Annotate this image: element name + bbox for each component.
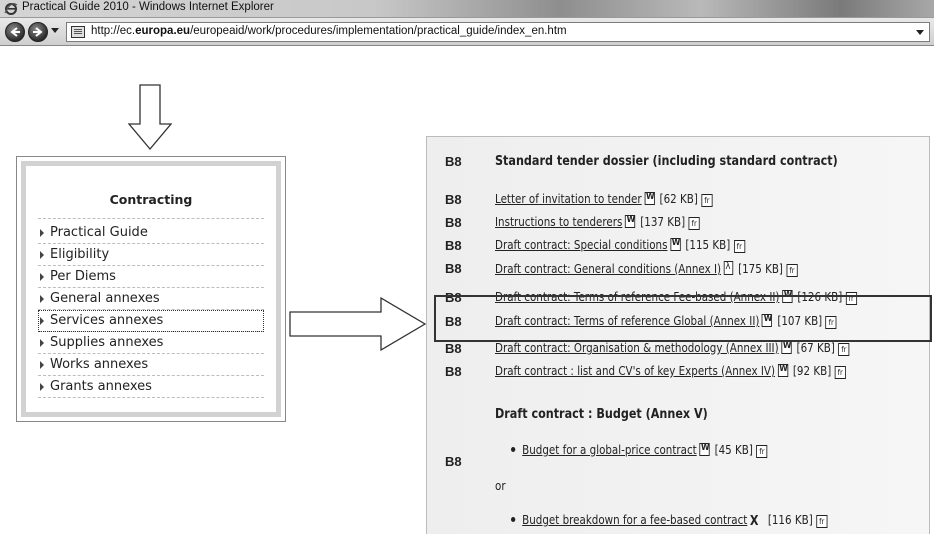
french-version-icon[interactable]: fr <box>838 343 850 356</box>
highlight-box <box>434 295 932 342</box>
menu-item-works-annexes[interactable]: Works annexes <box>38 354 264 376</box>
triangle-right-icon <box>40 361 44 369</box>
doc-code: B8 <box>445 454 462 469</box>
address-bar[interactable]: http://ec.europa.eu/europeaid/work/proce… <box>66 22 930 42</box>
triangle-right-icon <box>40 339 44 347</box>
back-button[interactable] <box>5 22 25 42</box>
forward-button[interactable] <box>28 22 48 42</box>
doc-row-special-conditions: B8 Draft contract: Special conditions [1… <box>427 238 929 260</box>
internet-explorer-icon <box>4 3 18 15</box>
menu-list: Practical Guide Eligibility Per Diems Ge… <box>38 222 264 398</box>
doc-row-instructions: B8 Instructions to tenderers [137 KB]fr <box>427 215 929 237</box>
french-version-icon[interactable]: fr <box>786 264 798 277</box>
url-text[interactable]: http://ec.europa.eu/europeaid/work/proce… <box>91 25 567 37</box>
french-version-icon[interactable]: fr <box>733 240 745 253</box>
file-size: [67 KB] <box>796 341 835 355</box>
doc-code: B8 <box>445 364 462 379</box>
french-version-icon[interactable]: fr <box>688 217 700 230</box>
file-size: [92 KB] <box>792 364 832 378</box>
doc-link[interactable]: Draft contract : list and CV's of key Ex… <box>495 364 775 378</box>
bullet-icon <box>511 517 516 522</box>
navigation-bar: http://ec.europa.eu/europeaid/work/proce… <box>0 18 934 46</box>
word-icon[interactable] <box>781 341 792 354</box>
menu-item-supplies-annexes[interactable]: Supplies annexes <box>38 332 264 354</box>
triangle-right-icon <box>40 317 44 325</box>
word-icon[interactable] <box>644 192 655 205</box>
pdf-icon[interactable] <box>723 261 734 275</box>
doc-header-row: B8 Standard tender dossier (including st… <box>427 154 929 176</box>
doc-link[interactable]: Draft contract: Organisation & methodolo… <box>495 341 779 355</box>
triangle-right-icon <box>40 383 44 391</box>
right-arrow-icon <box>289 296 427 352</box>
doc-row-invitation: B8 Letter of invitation to tender [62 KB… <box>427 192 929 214</box>
file-size: [115 KB] <box>685 238 731 252</box>
window-titlebar: Practical Guide 2010 - Windows Internet … <box>0 0 934 18</box>
menu-item-per-diems[interactable]: Per Diems <box>38 266 264 288</box>
doc-budget-item-fee-based: Budget breakdown for a fee-based contrac… <box>427 513 929 534</box>
menu-item-general-annexes[interactable]: General annexes <box>38 288 264 310</box>
doc-link[interactable]: Instructions to tenderers <box>495 215 622 229</box>
doc-code: B8 <box>445 261 462 276</box>
bullet-icon <box>511 447 516 452</box>
contracting-menu: Contracting Practical Guide Eligibility … <box>16 156 286 422</box>
menu-divider <box>38 218 264 219</box>
doc-code: B8 <box>445 192 462 207</box>
arrow-left-icon <box>10 27 20 37</box>
doc-budget-or-row: or <box>427 479 929 501</box>
french-version-icon[interactable]: fr <box>816 515 828 528</box>
down-arrow-icon <box>128 84 172 150</box>
word-icon[interactable] <box>670 238 681 251</box>
arrow-right-icon <box>33 27 43 37</box>
doc-code: B8 <box>445 215 462 230</box>
budget-section-title: Draft contract : Budget (Annex V) <box>495 407 708 422</box>
file-size: [62 KB] <box>659 192 698 206</box>
triangle-right-icon <box>40 273 44 281</box>
window-title: Practical Guide 2010 - Windows Internet … <box>22 1 274 13</box>
doc-link[interactable]: Draft contract: General conditions (Anne… <box>495 262 721 276</box>
french-version-icon[interactable]: fr <box>701 194 713 207</box>
doc-budget-title-row: Draft contract : Budget (Annex V) <box>427 407 929 429</box>
recent-pages-dropdown[interactable] <box>51 28 59 33</box>
menu-item-eligibility[interactable]: Eligibility <box>38 244 264 266</box>
doc-code: B8 <box>445 238 462 253</box>
doc-section-title: Standard tender dossier (including stand… <box>495 154 838 169</box>
menu-item-services-annexes[interactable]: Services annexes <box>38 310 264 332</box>
french-version-icon[interactable]: fr <box>834 366 846 379</box>
doc-row-organisation: B8 Draft contract: Organisation & method… <box>427 341 929 363</box>
doc-row-key-experts: B8 Draft contract : list and CV's of key… <box>427 364 929 386</box>
file-size: [137 KB] <box>640 215 686 229</box>
doc-code: B8 <box>445 341 462 356</box>
doc-code: B8 <box>445 154 462 169</box>
file-size: [116 KB] <box>767 513 813 527</box>
word-icon[interactable] <box>777 364 788 377</box>
doc-link[interactable]: Letter of invitation to tender <box>495 192 642 206</box>
or-text: or <box>495 479 506 493</box>
page-icon <box>71 26 85 38</box>
doc-row-general-conditions: B8 Draft contract: General conditions (A… <box>427 261 929 283</box>
word-icon[interactable] <box>624 215 636 228</box>
file-size: [175 KB] <box>738 262 783 276</box>
triangle-right-icon <box>40 295 44 303</box>
excel-icon[interactable]: X <box>750 515 762 528</box>
triangle-right-icon <box>40 251 44 259</box>
doc-budget-code-row: B8 <box>427 454 929 476</box>
doc-link[interactable]: Draft contract: Special conditions <box>495 238 667 252</box>
doc-link[interactable]: Budget breakdown for a fee-based contrac… <box>522 513 747 527</box>
menu-item-grants-annexes[interactable]: Grants annexes <box>38 376 264 398</box>
contracting-menu-inner: Contracting Practical Guide Eligibility … <box>21 161 281 417</box>
triangle-right-icon <box>40 229 44 237</box>
menu-item-practical-guide[interactable]: Practical Guide <box>38 222 264 244</box>
address-dropdown-icon[interactable] <box>916 30 924 35</box>
menu-heading: Contracting <box>109 192 193 207</box>
